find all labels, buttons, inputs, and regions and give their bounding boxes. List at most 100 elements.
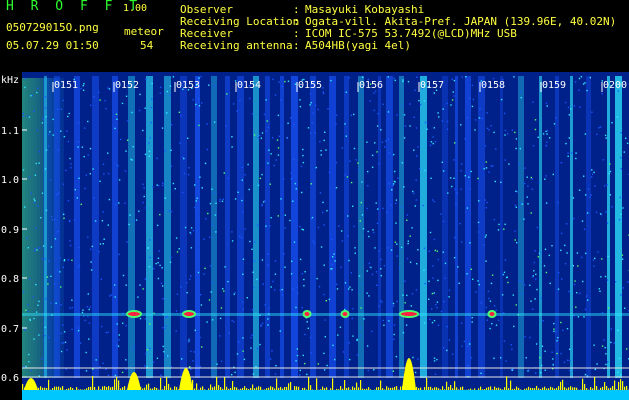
noise-speckle (361, 283, 363, 286)
histogram-bar (348, 387, 350, 390)
histogram-bar (160, 378, 162, 390)
noise-speckle (320, 154, 322, 156)
noise-speckle (277, 154, 280, 156)
histogram-bar (450, 385, 452, 390)
noise-speckle (436, 358, 438, 361)
noise-speckle (92, 368, 94, 370)
noise-speckle (493, 218, 495, 221)
noise-speckle (576, 292, 578, 294)
noise-speckle (396, 114, 398, 116)
histogram-bar (430, 386, 432, 390)
noise-speckle (382, 103, 384, 105)
noise-speckle (572, 265, 574, 267)
noise-speckle (78, 264, 81, 267)
noise-speckle (569, 348, 571, 350)
interference-stripe (344, 76, 349, 378)
noise-speckle (149, 137, 151, 139)
noise-speckle (606, 222, 609, 224)
noise-speckle (429, 318, 431, 321)
noise-speckle (406, 294, 408, 297)
time-label: 0153 (176, 80, 200, 91)
noise-speckle (37, 205, 39, 207)
histogram-bar (562, 379, 564, 390)
noise-speckle (269, 225, 271, 227)
histogram-bar (614, 380, 616, 390)
histogram-bar (378, 387, 380, 390)
noise-speckle (303, 285, 305, 287)
noise-speckle (149, 347, 151, 350)
noise-speckle (387, 76, 389, 78)
noise-speckle (531, 188, 533, 190)
histogram-bar (556, 387, 558, 390)
noise-speckle (433, 292, 435, 294)
noise-speckle (521, 203, 523, 205)
noise-speckle (404, 125, 407, 127)
noise-speckle (161, 127, 164, 129)
noise-speckle (374, 142, 376, 144)
noise-speckle (577, 316, 580, 318)
frequency-label: 0.9 (1, 225, 19, 236)
noise-speckle (501, 273, 504, 275)
noise-speckle (426, 128, 428, 130)
noise-speckle (201, 187, 203, 189)
noise-speckle (524, 167, 526, 169)
noise-speckle (38, 334, 40, 336)
noise-speckle (48, 336, 50, 339)
noise-speckle (219, 198, 221, 201)
noise-speckle (533, 261, 535, 264)
noise-speckle (403, 137, 406, 139)
noise-speckle (484, 236, 487, 238)
noise-speckle (428, 298, 430, 300)
histogram-bar (586, 388, 588, 390)
noise-speckle (358, 275, 361, 277)
noise-speckle (183, 157, 185, 160)
noise-speckle (243, 358, 246, 361)
noise-speckle (38, 162, 40, 164)
noise-speckle (310, 183, 312, 185)
noise-speckle (341, 147, 343, 149)
noise-speckle (323, 264, 325, 266)
noise-speckle (352, 308, 354, 310)
noise-speckle (304, 271, 306, 273)
histogram-bar (114, 379, 116, 390)
noise-speckle (242, 258, 245, 260)
interference-stripe (128, 76, 135, 378)
histogram-bar (492, 389, 494, 390)
noise-speckle (442, 220, 445, 222)
noise-speckle (71, 328, 73, 331)
histogram-bar (240, 388, 242, 390)
noise-speckle (63, 135, 66, 138)
meteor-echo-core (184, 312, 194, 316)
noise-speckle (331, 238, 333, 241)
noise-speckle (494, 180, 496, 183)
noise-speckle (85, 351, 87, 354)
noise-speckle (444, 277, 446, 279)
noise-speckle (504, 134, 506, 136)
noise-speckle (429, 231, 432, 234)
noise-speckle (406, 214, 409, 216)
noise-speckle (458, 282, 460, 284)
noise-speckle (392, 302, 395, 305)
noise-speckle (622, 207, 624, 209)
histogram-bar (212, 387, 214, 390)
noise-speckle (46, 276, 49, 278)
noise-speckle (582, 280, 584, 283)
noise-speckle (357, 162, 359, 164)
noise-speckle (193, 351, 195, 353)
interference-stripe (615, 76, 622, 378)
noise-speckle (105, 107, 107, 110)
histogram-bar (268, 387, 270, 390)
histogram-bar (258, 386, 260, 390)
noise-speckle (162, 285, 164, 287)
noise-speckle (181, 358, 183, 360)
noise-speckle (44, 168, 47, 170)
noise-speckle (519, 280, 521, 282)
noise-speckle (545, 202, 548, 204)
noise-speckle (223, 172, 225, 174)
noise-speckle (359, 220, 361, 222)
noise-speckle (144, 107, 146, 109)
noise-speckle (555, 330, 557, 333)
noise-speckle (192, 99, 194, 101)
histogram-bar (440, 389, 442, 390)
noise-speckle (607, 255, 609, 258)
